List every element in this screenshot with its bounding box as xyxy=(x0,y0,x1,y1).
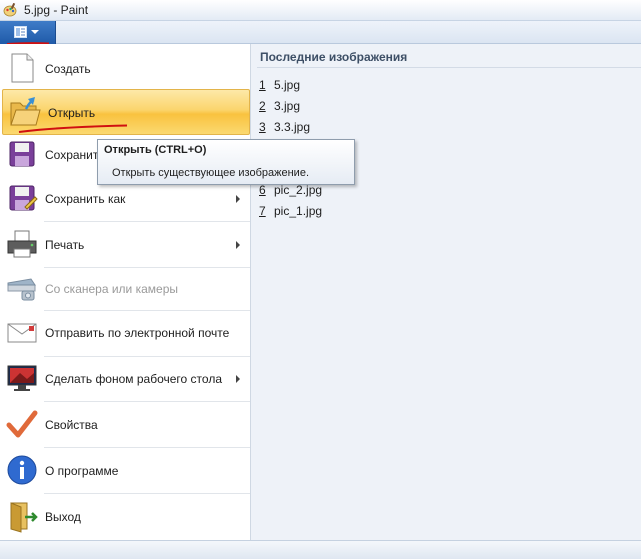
title-bar: 5.jpg - Paint xyxy=(0,0,641,21)
menu-item-set-desktop-background[interactable]: Сделать фоном рабочего стола xyxy=(0,356,250,402)
recent-item[interactable]: 2 3.jpg xyxy=(259,99,300,117)
recent-item-name: pic_2.jpg xyxy=(274,183,323,197)
menu-item-label: Открыть xyxy=(48,106,96,120)
annotation-underline-open xyxy=(18,124,128,133)
menu-item-label: Сохранить как xyxy=(45,192,126,206)
recent-item[interactable]: 3 3.3.jpg xyxy=(259,120,310,138)
recent-item[interactable]: 7 pic_1.jpg xyxy=(259,204,322,222)
recent-item[interactable]: 1 5.jpg xyxy=(259,78,300,96)
scanner-icon xyxy=(7,278,36,301)
new-file-icon xyxy=(11,53,34,83)
recent-item-name: 3.jpg xyxy=(274,99,301,113)
exit-icon xyxy=(10,502,38,533)
menu-item-label: Со сканера или камеры xyxy=(45,282,178,296)
menu-item-properties[interactable]: Свойства xyxy=(0,402,250,448)
menu-item-label: Печать xyxy=(45,238,85,252)
menu-item-label: Свойства xyxy=(45,418,98,432)
menu-item-new[interactable]: Создать xyxy=(0,46,250,92)
recent-item-name: pic_1.jpg xyxy=(274,204,323,218)
recent-item-number: 6 xyxy=(259,183,266,197)
menu-item-about[interactable]: О программе xyxy=(0,448,250,494)
menu-item-label: Отправить по электронной почте xyxy=(45,326,230,340)
menu-item-email[interactable]: Отправить по электронной почте xyxy=(0,310,250,356)
open-tooltip: Открыть (CTRL+O) Открыть существующее из… xyxy=(97,139,355,185)
submenu-arrow-icon xyxy=(236,375,240,383)
bottom-bar xyxy=(0,540,641,559)
document-menu-icon xyxy=(14,26,27,38)
tooltip-title: Открыть (CTRL+O) xyxy=(104,144,207,156)
info-icon xyxy=(7,455,37,485)
chevron-down-icon xyxy=(31,30,39,34)
paint-app-icon[interactable] xyxy=(3,3,18,17)
menu-item-label: О программе xyxy=(45,464,119,478)
ribbon-bar xyxy=(0,21,641,44)
recent-item-number: 3 xyxy=(259,120,266,134)
menu-item-label: Создать xyxy=(45,62,91,76)
save-disk-icon xyxy=(9,141,35,167)
tooltip-description: Открыть существующее изображение. xyxy=(112,167,309,179)
recent-images-title: Последние изображения xyxy=(260,50,408,64)
menu-item-print[interactable]: Печать xyxy=(0,222,250,268)
submenu-arrow-icon xyxy=(236,195,240,203)
printer-icon xyxy=(7,230,37,258)
recent-item[interactable]: 6 pic_2.jpg xyxy=(259,183,322,201)
recent-item-name: 3.3.jpg xyxy=(274,120,311,134)
menu-item-label: Сделать фоном рабочего стола xyxy=(45,372,222,386)
app-menu-panel: Создать Открыть Сохранить Сохранить как xyxy=(0,44,251,540)
properties-check-icon xyxy=(6,410,38,438)
menu-item-exit[interactable]: Выход xyxy=(0,494,250,540)
recent-item-number: 2 xyxy=(259,99,266,113)
window-title: 5.jpg - Paint xyxy=(24,3,89,17)
recent-item-number: 7 xyxy=(259,204,266,218)
menu-item-scanner[interactable]: Со сканера или камеры xyxy=(0,266,250,312)
save-as-icon xyxy=(9,185,38,211)
menu-item-label: Сохранить xyxy=(45,148,105,162)
app-menu-button[interactable] xyxy=(0,21,56,44)
divider xyxy=(257,67,641,68)
menu-item-label: Выход xyxy=(45,510,81,524)
recent-item-number: 1 xyxy=(259,78,266,92)
desktop-background-icon xyxy=(7,365,37,391)
submenu-arrow-icon xyxy=(236,241,240,249)
email-icon xyxy=(7,323,37,343)
recent-item-name: 5.jpg xyxy=(274,78,301,92)
recent-images-panel: Последние изображения 1 5.jpg 2 3.jpg 3 3.3… xyxy=(251,44,641,540)
